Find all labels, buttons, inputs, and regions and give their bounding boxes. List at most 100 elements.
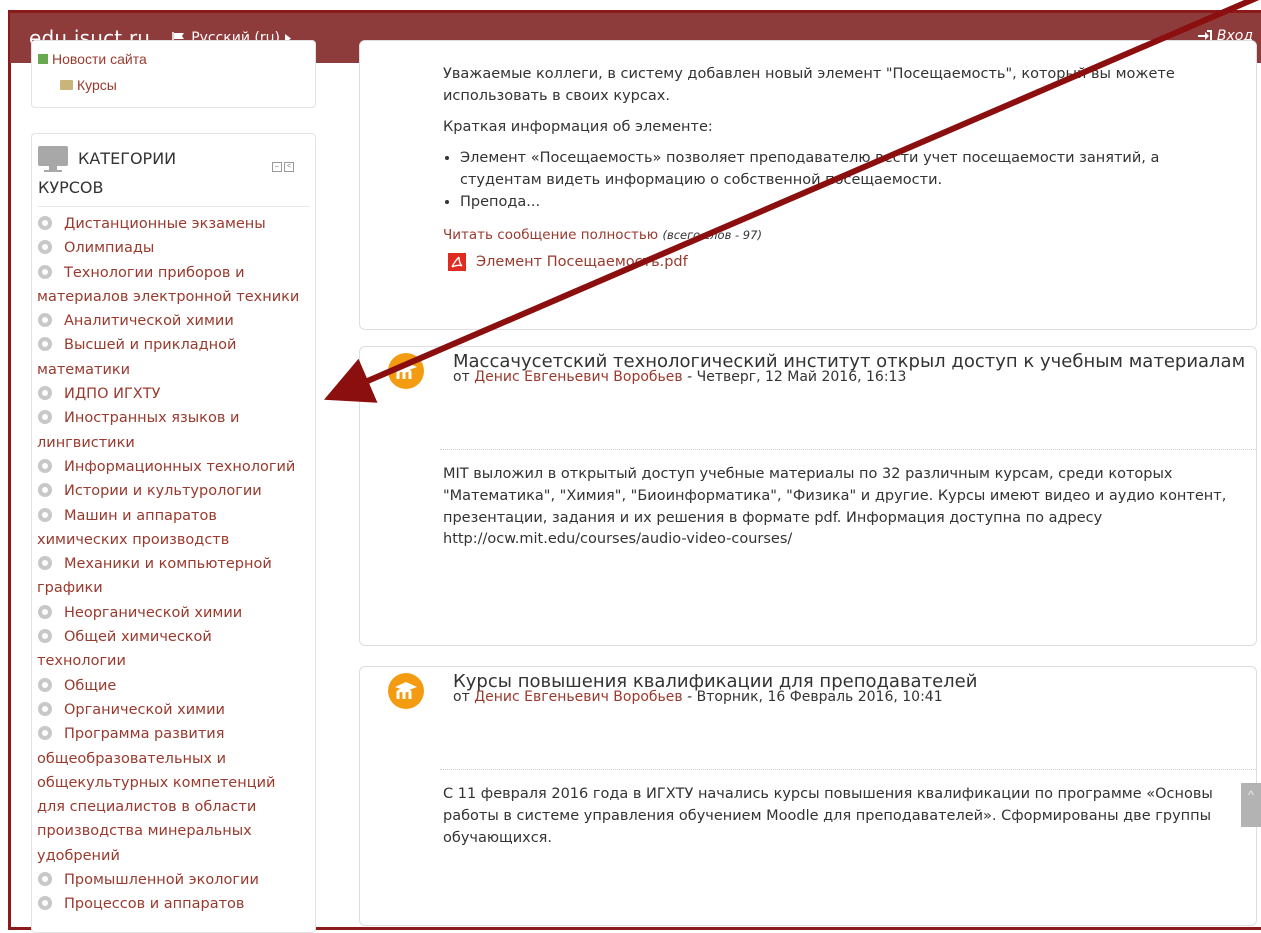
category-label: Иностранных языков и: [64, 410, 240, 427]
category-item[interactable]: ИДПО ИГХТУ: [37, 382, 317, 406]
category-item[interactable]: Аналитической химии: [37, 309, 317, 333]
category-item[interactable]: Общие: [37, 674, 317, 698]
attachment[interactable]: Элемент Посещаемость.pdf: [448, 251, 688, 273]
navigation-block: Новости сайта Курсы: [31, 40, 316, 108]
category-label: ИДПО ИГХТУ: [64, 386, 161, 403]
category-label: Органической химии: [64, 701, 225, 718]
mit-courses-link[interactable]: http://ocw.mit.edu/courses/audio-video-c…: [443, 528, 792, 550]
bullet-text: студентам видеть информацию о собственно…: [460, 172, 943, 188]
category-icon: [38, 313, 52, 328]
post-body-line: "Математика", "Химия", "Биоинформатика",…: [443, 488, 1227, 504]
category-icon: [38, 677, 52, 692]
moodle-logo-icon: [395, 362, 417, 379]
folder-icon: [60, 80, 73, 90]
author-link[interactable]: Денис Евгеньевич Воробьев: [474, 369, 682, 385]
category-item[interactable]: Общей химической технологии: [37, 625, 317, 674]
bullet-item: Препода...: [460, 191, 1243, 213]
category-item[interactable]: Неорганической химии: [37, 601, 317, 625]
category-icon: [38, 458, 52, 473]
post-body-line: работы в системе управления обучением Mo…: [443, 808, 1212, 824]
category-label: Аналитической химии: [64, 313, 234, 330]
divider: [440, 449, 1256, 451]
category-label: материалов электронной техники: [37, 288, 300, 305]
category-label: для специалистов в области: [37, 799, 257, 816]
category-label: Машин и аппаратов: [64, 507, 217, 524]
category-label: Процессов и аппаратов: [64, 896, 245, 913]
category-item[interactable]: Истории и культурологии: [37, 479, 317, 503]
bullet-item: Элемент «Посещаемость» позволяет препода…: [460, 147, 1243, 191]
category-item[interactable]: Промышленной экологии: [37, 868, 317, 892]
category-item[interactable]: Процессов и аппаратов: [37, 892, 317, 916]
byline-prefix: от: [453, 689, 470, 705]
nav-news-label: Новости сайта: [52, 51, 147, 67]
category-icon: [38, 240, 52, 255]
category-label: удобрений: [37, 847, 120, 864]
category-item[interactable]: Информационных технологий: [37, 455, 317, 479]
read-more-link[interactable]: Читать сообщение полностью: [443, 227, 658, 243]
category-icon: [38, 629, 52, 644]
collapse-icon[interactable]: –: [272, 162, 282, 172]
dock-icon[interactable]: <: [284, 162, 294, 172]
attachment-link[interactable]: Элемент Посещаемость.pdf: [476, 251, 688, 273]
block-header: КАТЕГОРИИ КУРСОВ – <: [38, 146, 308, 197]
category-icon: [38, 216, 52, 230]
category-icon: [38, 483, 52, 498]
post-body-line: Уважаемые коллеги, в систему добавлен но…: [443, 66, 1175, 82]
category-icon: [38, 896, 52, 911]
category-icon: [38, 701, 52, 716]
category-label: Механики и компьютерной: [64, 556, 272, 573]
category-label: химических производств: [37, 531, 230, 548]
moodle-avatar: [388, 673, 424, 709]
post-brief-heading: Краткая информация об элементе:: [443, 119, 713, 135]
category-icon: [38, 507, 52, 522]
category-item[interactable]: Органической химии: [37, 698, 317, 722]
byline-prefix: от: [453, 369, 470, 385]
post-body-line: использовать в своих курсах.: [443, 88, 670, 104]
category-label: технологии: [37, 653, 126, 670]
block-title-line2: КУРСОВ: [38, 178, 104, 197]
category-icon: [38, 337, 52, 352]
category-label: Информационных технологий: [64, 458, 296, 475]
news-icon: [38, 54, 48, 64]
category-item[interactable]: Машин и аппаратов химических производств: [37, 504, 317, 553]
author-link[interactable]: Денис Евгеньевич Воробьев: [474, 689, 682, 705]
category-icon: [38, 556, 52, 571]
category-label: графики: [37, 580, 103, 597]
category-label: Общей химической: [64, 629, 212, 646]
category-label: Промышленной экологии: [64, 872, 259, 889]
category-item[interactable]: Высшей и прикладной математики: [37, 333, 317, 382]
category-item[interactable]: Механики и компьютерной графики: [37, 552, 317, 601]
post-date: - Четверг, 12 Май 2016, 16:13: [687, 369, 907, 385]
nav-courses-label: Курсы: [77, 77, 117, 93]
category-label: Программа развития: [64, 726, 225, 743]
category-icon: [38, 386, 52, 401]
word-count: (всего слов - 97): [662, 228, 762, 242]
category-item[interactable]: Программа развития общеобразовательных и о…: [37, 722, 317, 868]
category-label: Дистанционные экзамены: [64, 216, 266, 232]
category-item[interactable]: Технологии приборов и материалов электрон…: [37, 261, 317, 310]
category-item[interactable]: Дистанционные экзамены: [37, 212, 317, 236]
post-body-line: MIT выложил в открытый доступ учебные ма…: [443, 466, 1173, 482]
post-date: - Вторник, 16 Февраль 2016, 10:41: [687, 689, 943, 705]
block-title-line1: КАТЕГОРИИ: [78, 149, 177, 168]
post-body-line: обучающихся.: [443, 830, 553, 846]
nav-item-news[interactable]: Новости сайта: [38, 51, 147, 67]
read-more-row: Читать сообщение полностью (всего слов -…: [443, 224, 762, 246]
bullet-text: Препода...: [460, 194, 541, 210]
scroll-to-top-button[interactable]: ^: [1241, 783, 1261, 827]
category-label: производства минеральных: [37, 823, 252, 840]
category-icon: [38, 872, 52, 887]
forum-post-attendance: Уважаемые коллеги, в систему добавлен но…: [359, 40, 1257, 330]
divider: [440, 769, 1256, 771]
block-controls: – <: [272, 162, 294, 172]
category-label: Общие: [64, 677, 117, 694]
category-item[interactable]: Олимпиады: [37, 236, 317, 260]
category-item[interactable]: Иностранных языков и лингвистики: [37, 406, 317, 455]
course-categories-block: КАТЕГОРИИ КУРСОВ – < Дистанционные экзам…: [31, 133, 316, 933]
category-label: общекультурных компетенций: [37, 774, 276, 791]
category-label: Олимпиады: [64, 240, 155, 257]
category-list: Дистанционные экзамены Олимпиады Технологи…: [37, 212, 317, 917]
nav-item-courses[interactable]: Курсы: [60, 77, 117, 93]
category-icon: [38, 410, 52, 425]
bullet-text: Элемент «Посещаемость» позволяет препода…: [460, 150, 1160, 166]
